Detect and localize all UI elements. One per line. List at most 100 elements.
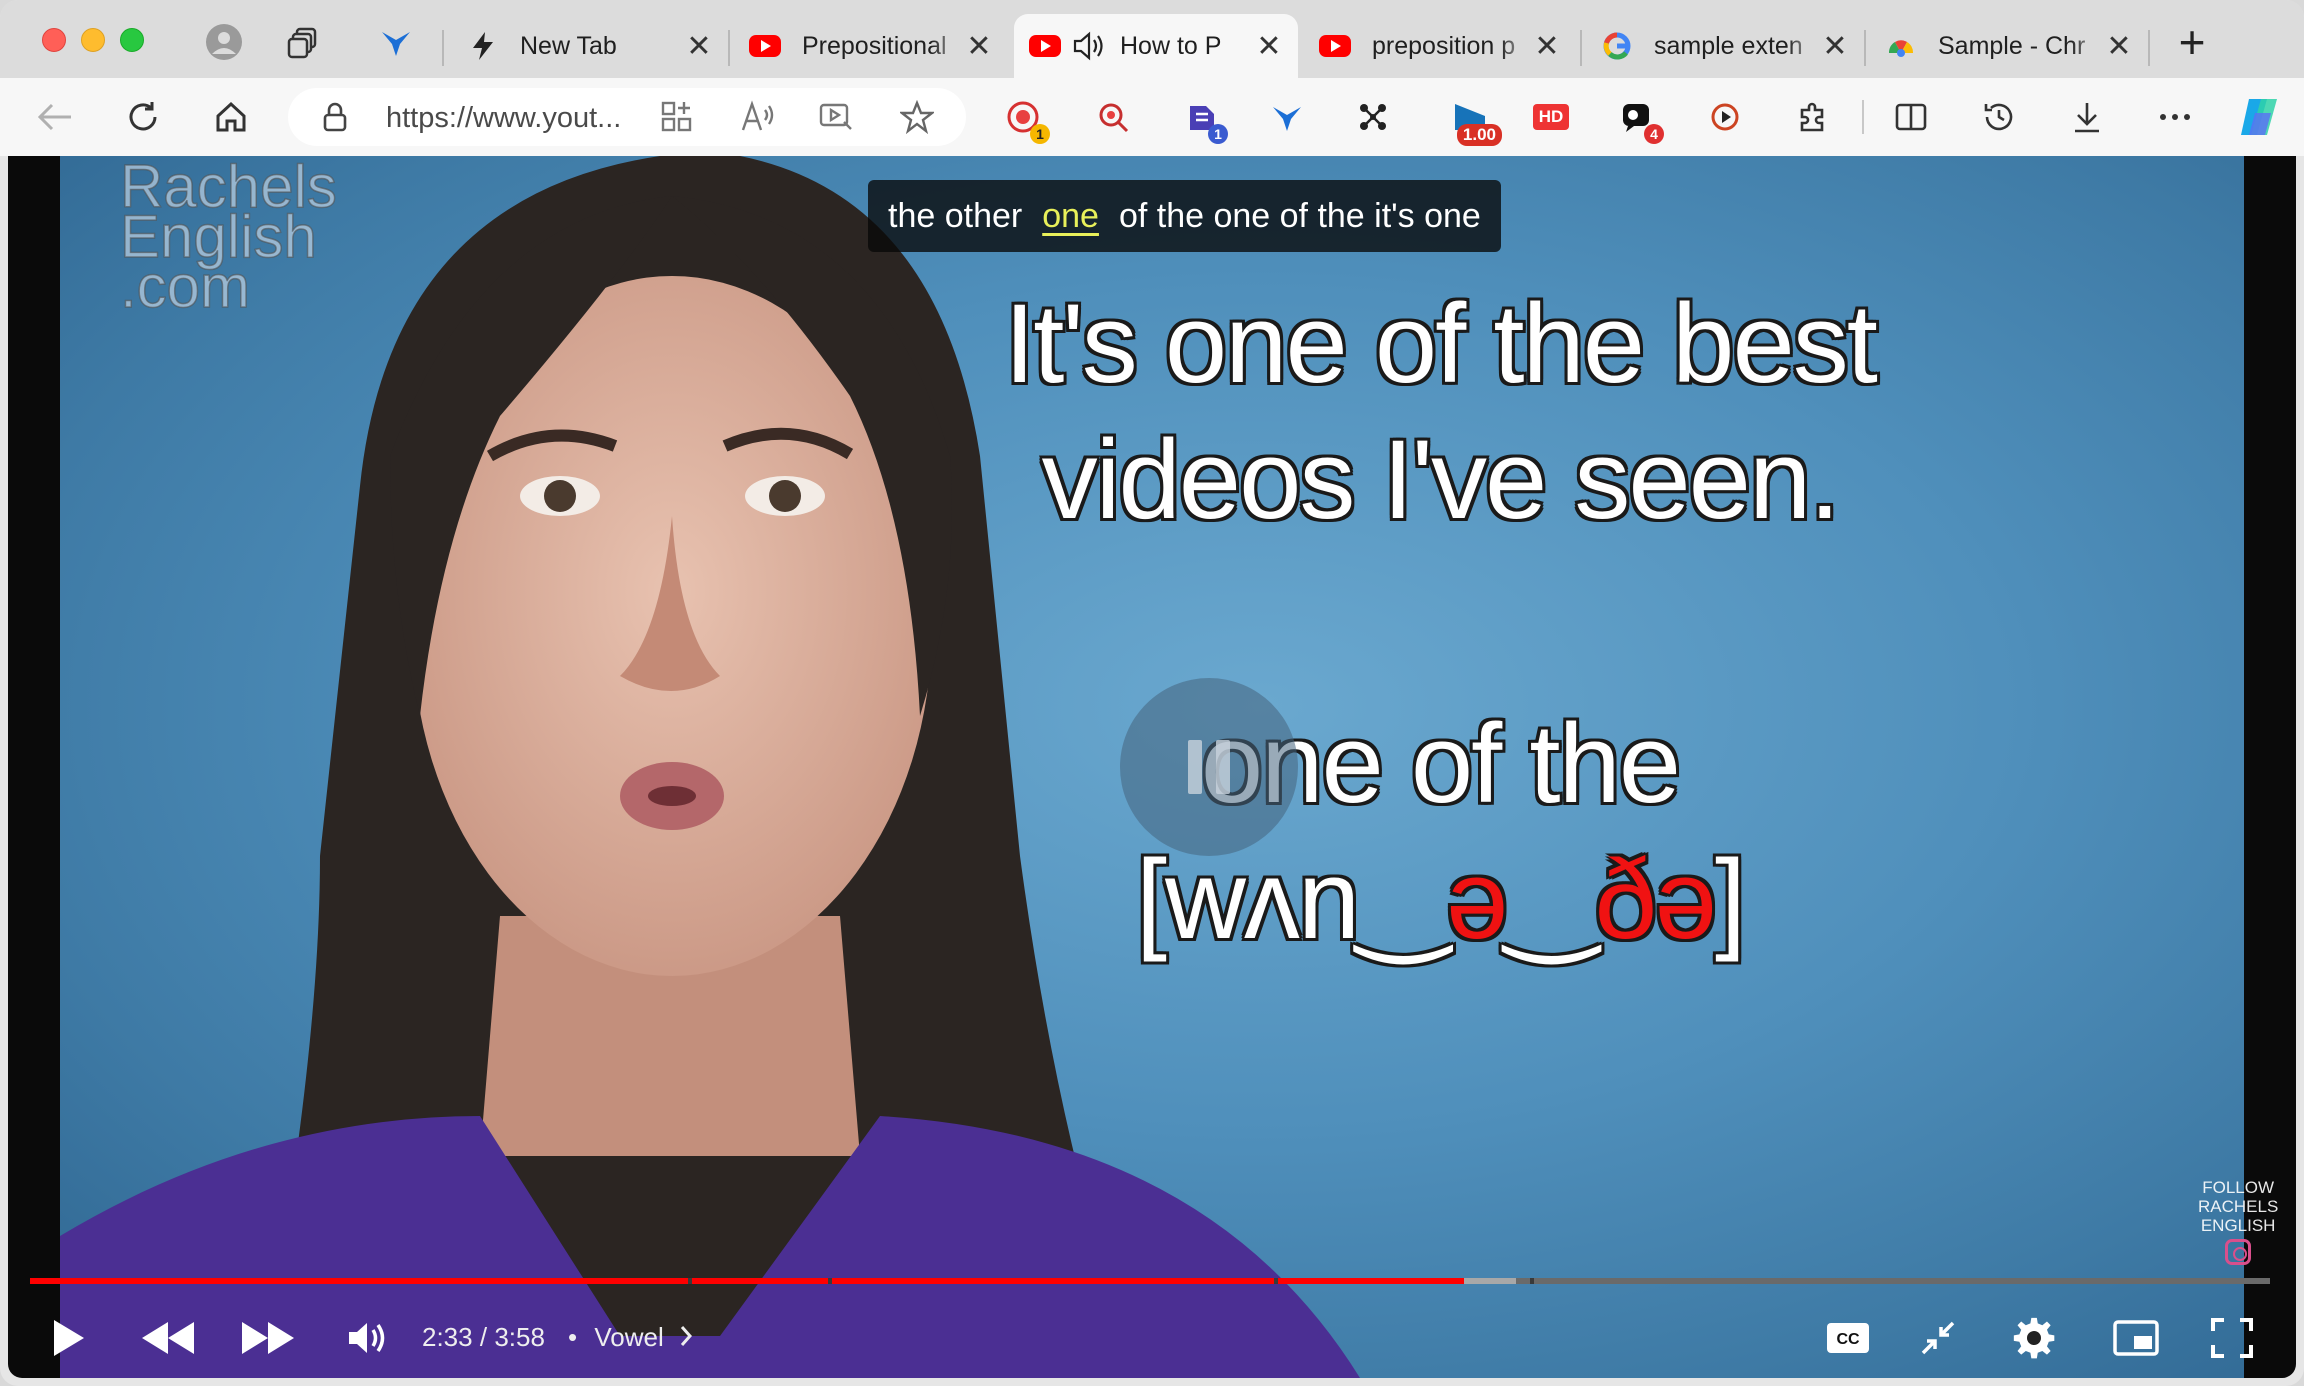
follow-watermark[interactable]: FOLLOW RACHELS ENGLISH	[2198, 1178, 2278, 1265]
video-frame-image[interactable]: Rachels English .com the other one of th…	[60, 156, 2278, 1378]
y-shape-extension-icon[interactable]	[1264, 94, 1310, 140]
ipa-link: ‿	[1506, 837, 1596, 962]
zoom-window-button[interactable]	[120, 28, 144, 52]
search-zoom-extension-icon[interactable]	[1090, 94, 1136, 140]
copilot-icon[interactable]	[2236, 94, 2282, 140]
video-speed-extension-icon[interactable]: 1.00	[1438, 94, 1502, 146]
lightning-icon	[466, 29, 500, 63]
tab-separator	[2148, 30, 2150, 66]
split-screen-icon[interactable]	[1888, 94, 1934, 140]
close-tab-icon[interactable]: ✕	[1254, 30, 1284, 63]
close-tab-icon[interactable]: ✕	[684, 30, 714, 63]
pause-bar-icon	[1216, 740, 1230, 794]
more-menu-icon[interactable]	[2152, 94, 2198, 140]
favorite-star-icon[interactable]	[898, 99, 936, 139]
close-tab-icon[interactable]: ✕	[964, 30, 994, 63]
speed-badge: 1.00	[1456, 124, 1502, 146]
downloads-icon[interactable]	[2064, 94, 2110, 140]
tab-label: Sample - Chr	[1938, 31, 2086, 60]
fast-forward-button[interactable]	[238, 1308, 298, 1368]
address-bar[interactable]: https://www.yout...	[288, 88, 966, 146]
player-controls: 2:33 / 3:58 • Vowel CC	[8, 1296, 2296, 1378]
back-button[interactable]	[30, 92, 80, 142]
volume-icon[interactable]	[338, 1308, 398, 1368]
toolbar-divider	[1862, 100, 1864, 134]
extensions-puzzle-icon[interactable]	[1790, 94, 1836, 140]
tab-label: sample exten	[1654, 31, 1803, 60]
close-window-button[interactable]	[42, 28, 66, 52]
chapter-title: Vowel	[594, 1322, 664, 1352]
tab-label: Prepositional	[802, 31, 947, 60]
current-time: 2:33	[422, 1322, 473, 1352]
tab-sample-chr[interactable]: Sample - Chr ✕	[1870, 14, 2148, 78]
ipa-schwa: ə	[1446, 837, 1508, 962]
app-available-icon[interactable]	[660, 100, 694, 139]
hd-label: HD	[1532, 104, 1570, 130]
tab-separator	[442, 30, 444, 66]
read-aloud-icon[interactable]	[740, 100, 776, 139]
nodes-extension-icon[interactable]	[1350, 94, 1396, 140]
play-button[interactable]	[38, 1308, 98, 1368]
tab-separator	[1580, 30, 1582, 66]
ipa-red-part: ðə	[1594, 837, 1717, 962]
watermark-logo: Rachels English .com	[119, 156, 337, 317]
time-separator: /	[479, 1322, 488, 1352]
picture-in-picture-icon[interactable]	[2106, 1308, 2166, 1368]
pinned-extension-icon[interactable]	[376, 22, 416, 62]
settings-gear-icon[interactable]	[2004, 1308, 2064, 1368]
tab-preposition-p[interactable]: preposition p ✕	[1304, 14, 1576, 78]
home-button[interactable]	[206, 92, 256, 142]
extension-badge: 4	[1644, 124, 1664, 144]
caption-highlight-word: one	[1042, 196, 1099, 235]
google-icon	[1600, 29, 1634, 63]
chapter-button[interactable]: • Vowel	[568, 1322, 693, 1353]
miniplayer-collapse-icon[interactable]	[1908, 1308, 1968, 1368]
chat-extension-icon[interactable]: 4	[1614, 94, 1664, 144]
extension-badge: 1	[1030, 124, 1050, 144]
chapter-bullet: •	[568, 1322, 578, 1352]
tab-prepositional[interactable]: Prepositional ✕	[734, 14, 1008, 78]
history-icon[interactable]	[1976, 94, 2022, 140]
chapter-divider	[828, 1278, 832, 1284]
minimize-window-button[interactable]	[81, 28, 105, 52]
tab-how-to-p[interactable]: How to P ✕	[1014, 14, 1298, 78]
fullscreen-icon[interactable]	[2202, 1308, 2262, 1368]
headline-line-2: videos I've seen.	[1041, 417, 1841, 542]
time-display: 2:33 / 3:58	[422, 1322, 545, 1353]
progress-played	[30, 1278, 1464, 1284]
svg-text:CC: CC	[1836, 1331, 1860, 1348]
tab-label: How to P	[1120, 31, 1222, 60]
video-player[interactable]: Rachels English .com the other one of th…	[8, 156, 2296, 1378]
replay-extension-icon[interactable]	[1702, 94, 1748, 140]
progress-bar[interactable]	[30, 1278, 2270, 1284]
caption-text-before: the other	[888, 196, 1023, 235]
duration: 3:58	[494, 1322, 545, 1352]
rewind-button[interactable]	[138, 1308, 198, 1368]
close-tab-icon[interactable]: ✕	[1532, 30, 1562, 63]
new-tab-button[interactable]: +	[2172, 16, 2212, 68]
speaker-audio-icon[interactable]	[1072, 29, 1106, 63]
workspaces-icon[interactable]	[284, 22, 324, 62]
close-tab-icon[interactable]: ✕	[1820, 30, 1850, 63]
refresh-button[interactable]	[118, 92, 168, 142]
url-text[interactable]: https://www.yout...	[386, 102, 621, 135]
extension-badge: 1	[1208, 124, 1228, 144]
hd-extension-icon[interactable]: HD	[1528, 94, 1574, 140]
lock-icon[interactable]	[322, 102, 348, 137]
immersive-reader-icon[interactable]	[818, 100, 854, 139]
close-tab-icon[interactable]: ✕	[2104, 30, 2134, 63]
ipa-part: [wʌn	[1135, 837, 1360, 962]
ipa-part: ]	[1715, 837, 1746, 962]
youtube-icon	[1028, 29, 1062, 63]
chrome-icon	[1884, 29, 1918, 63]
subtitles-cc-button[interactable]: CC	[1818, 1308, 1878, 1368]
screen-recorder-extension-icon[interactable]: 1	[1000, 94, 1050, 144]
puzzle-blue-extension-icon[interactable]: 1	[1178, 94, 1228, 144]
tab-new-tab[interactable]: New Tab ✕	[452, 14, 728, 78]
tab-sample-exten[interactable]: sample exten ✕	[1586, 14, 1864, 78]
pause-bar-icon	[1188, 740, 1202, 794]
youtube-icon	[748, 29, 782, 63]
profile-avatar-icon[interactable]	[204, 22, 244, 62]
pause-overlay[interactable]	[1120, 678, 1298, 856]
closed-caption: the other one of the one of the it's one	[868, 180, 1501, 252]
